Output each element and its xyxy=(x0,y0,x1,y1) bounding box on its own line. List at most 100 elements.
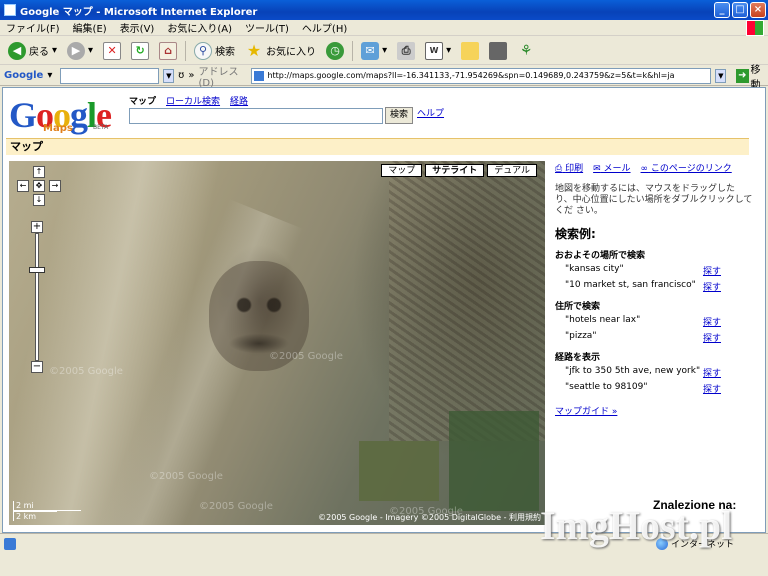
pan-up-icon[interactable]: ↑ xyxy=(33,166,45,178)
back-dropdown-icon[interactable]: ▾ xyxy=(52,45,57,56)
forward-arrow-icon: ▶ xyxy=(67,41,86,60)
tab-local-search[interactable]: ローカル検索 xyxy=(166,94,220,107)
forward-button[interactable]: ▶ ▾ xyxy=(65,40,95,62)
zoom-slider-track[interactable] xyxy=(35,233,39,361)
history-icon: ◷ xyxy=(326,41,345,60)
menu-help[interactable]: ヘルプ(H) xyxy=(302,20,347,35)
email-label: メール xyxy=(603,164,631,174)
discuss-button[interactable] xyxy=(459,40,481,62)
refresh-icon: ↻ xyxy=(131,41,150,60)
edit-button[interactable]: W ▾ xyxy=(423,40,453,62)
map-type-satellite[interactable]: サテライト xyxy=(425,164,485,177)
print-button[interactable]: ⎙ xyxy=(395,40,417,62)
star-icon: ★ xyxy=(246,41,262,60)
permalink-link[interactable]: ∞ このページのリンク xyxy=(641,161,732,174)
imghost-watermark: ImgHost.pl xyxy=(540,503,733,548)
sidebar-links: ⎙ 印刷 ✉ メール ∞ このページのリンク xyxy=(555,161,755,174)
example-search-link[interactable]: 探す xyxy=(703,315,755,328)
map-watermark: ©2005 Google xyxy=(149,471,223,482)
home-button[interactable]: ⌂ xyxy=(157,40,179,62)
mail-dropdown-icon[interactable]: ▾ xyxy=(382,45,387,56)
toolbar-pet-icon[interactable]: ʊ xyxy=(178,70,184,81)
menu-view[interactable]: 表示(V) xyxy=(120,20,155,35)
help-link[interactable]: ヘルプ xyxy=(417,106,444,119)
menu-bar: ファイル(F) 編集(E) 表示(V) お気に入り(A) ツール(T) ヘルプ(… xyxy=(0,20,768,36)
pan-left-icon[interactable]: ← xyxy=(17,180,29,192)
zoom-slider-handle[interactable] xyxy=(29,267,45,273)
print-link[interactable]: ⎙ 印刷 xyxy=(555,161,583,174)
pan-down-icon[interactable]: ↓ xyxy=(33,194,45,206)
gmaps-tabs: マップ ローカル検索 経路 xyxy=(129,94,248,107)
search-button[interactable]: ⚲ 検索 xyxy=(192,40,237,62)
email-link[interactable]: ✉ メール xyxy=(593,161,630,174)
google-toolbar-label[interactable]: Google xyxy=(4,70,43,81)
pan-center-icon[interactable]: ✥ xyxy=(33,180,45,192)
permalink-label: このページのリンク xyxy=(650,164,732,174)
menu-edit[interactable]: 編集(E) xyxy=(73,20,107,35)
example-group-title: 住所で検索 xyxy=(555,302,601,312)
mail-button[interactable]: ✉ ▾ xyxy=(359,40,389,62)
map-type-hybrid[interactable]: デュアル xyxy=(487,164,537,177)
messenger-button[interactable]: ⚘ xyxy=(515,40,537,62)
example-search-link[interactable]: 探す xyxy=(703,264,755,277)
zoom-in-button[interactable]: + xyxy=(31,221,43,233)
address-dropdown-icon[interactable]: ▼ xyxy=(715,68,727,83)
mail-icon: ✉ xyxy=(361,41,380,60)
example-search-link[interactable]: 探す xyxy=(703,280,755,293)
envelope-icon: ✉ xyxy=(593,164,601,174)
section-title-bar: マップ xyxy=(6,138,749,155)
satellite-map[interactable]: ©2005 Google ©2005 Google ©2005 Google ©… xyxy=(9,161,545,525)
messenger-icon: ⚘ xyxy=(519,42,533,59)
search-icon: ⚲ xyxy=(194,41,213,60)
toolbar: ◀ 戻る ▾ ▶ ▾ ✕ ↻ ⌂ ⚲ 検索 ★ お気に入り ◷ ✉ ▾ ⎙ W ▾ … xyxy=(0,37,768,65)
favorites-label: お気に入り xyxy=(266,47,317,58)
toolbar-separator xyxy=(185,40,187,61)
research-button[interactable] xyxy=(487,40,509,62)
google-toolbar-search-input[interactable] xyxy=(60,67,160,84)
beta-label: BETA xyxy=(93,124,109,131)
gmaps-search-input[interactable] xyxy=(129,108,383,124)
forward-dropdown-icon[interactable]: ▾ xyxy=(88,45,93,56)
toolbar-overflow-icon[interactable]: » xyxy=(188,70,194,81)
go-arrow-icon: ➜ xyxy=(736,68,749,83)
example-query: "jfk to 350 5th ave, new york" xyxy=(565,366,701,376)
close-button[interactable]: × xyxy=(750,2,766,18)
edit-dropdown-icon[interactable]: ▾ xyxy=(446,45,451,56)
history-button[interactable]: ◷ xyxy=(324,40,346,62)
google-search-dropdown-icon[interactable]: ▼ xyxy=(163,68,175,83)
map-watermark: ©2005 Google xyxy=(269,351,343,362)
map-copyright[interactable]: ©2005 Google - Imagery ©2005 DigitalGlob… xyxy=(318,512,541,523)
go-button[interactable]: ➜ 移動 xyxy=(736,61,768,91)
map-watermark: ©2005 Google xyxy=(49,366,123,377)
example-item: "jfk to 350 5th ave, new york" 探す xyxy=(555,366,755,379)
back-button[interactable]: ◀ 戻る ▾ xyxy=(6,40,59,62)
print-label: 印刷 xyxy=(565,164,584,174)
page-icon xyxy=(254,70,265,81)
zoom-out-button[interactable]: − xyxy=(31,361,43,373)
example-item: "10 market st, san francisco" 探す xyxy=(555,280,755,293)
gmaps-search-button[interactable]: 検索 xyxy=(385,107,414,124)
example-search-link[interactable]: 探す xyxy=(703,366,755,379)
favorites-button[interactable]: ★ お気に入り xyxy=(243,40,318,62)
minimize-button[interactable]: _ xyxy=(714,2,730,18)
tab-directions[interactable]: 経路 xyxy=(230,94,248,107)
back-arrow-icon: ◀ xyxy=(8,41,26,60)
refresh-button[interactable]: ↻ xyxy=(129,40,151,62)
address-input[interactable]: http://maps.google.com/maps?ll=-16.34113… xyxy=(251,67,712,84)
example-search-link[interactable]: 探す xyxy=(703,382,755,395)
stop-button[interactable]: ✕ xyxy=(101,40,123,62)
map-type-map[interactable]: マップ xyxy=(381,164,423,177)
example-search-link[interactable]: 探す xyxy=(703,331,755,344)
menu-file[interactable]: ファイル(F) xyxy=(6,20,60,35)
maximize-button[interactable]: □ xyxy=(732,2,748,18)
menu-favorites[interactable]: お気に入り(A) xyxy=(167,20,232,35)
pan-right-icon[interactable]: → xyxy=(49,180,61,192)
google-toolbar-dropdown-icon[interactable]: ▾ xyxy=(47,70,52,81)
maps-guide-link[interactable]: マップガイド » xyxy=(555,404,617,417)
ie-window: Google マップ - Microsoft Internet Explorer… xyxy=(0,0,768,576)
sidebar: ⎙ 印刷 ✉ メール ∞ このページのリンク 地図を移動するには、マウスをドラッ… xyxy=(555,161,755,417)
pan-control: ↑ ← ✥ → ↓ xyxy=(17,166,61,210)
address-url: http://maps.google.com/maps?ll=-16.34113… xyxy=(267,71,675,80)
menu-tools[interactable]: ツール(T) xyxy=(245,20,289,35)
search-label: 検索 xyxy=(215,47,236,58)
